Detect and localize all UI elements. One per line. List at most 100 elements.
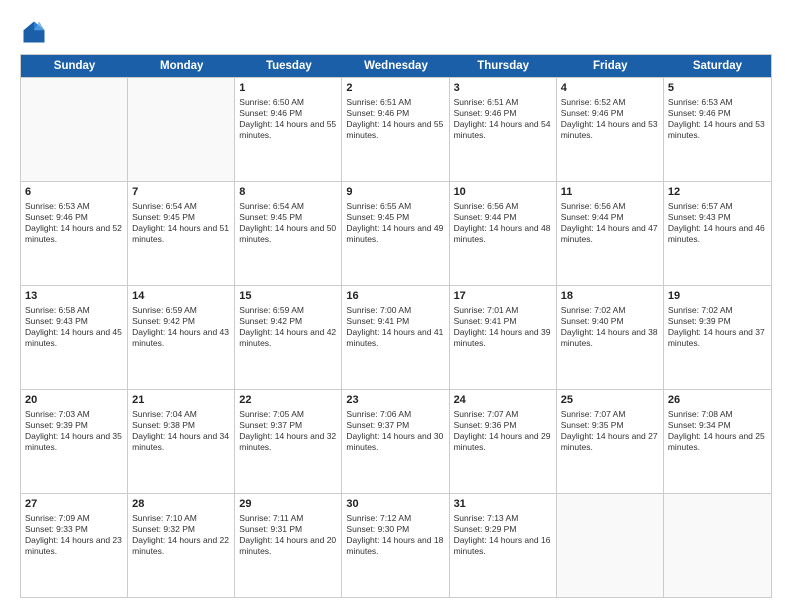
day-number: 22 xyxy=(239,393,337,408)
cell-info: Sunrise: 6:56 AM Sunset: 9:44 PM Dayligh… xyxy=(454,201,552,245)
calendar-cell: 30Sunrise: 7:12 AM Sunset: 9:30 PM Dayli… xyxy=(342,494,449,597)
day-number: 15 xyxy=(239,289,337,304)
cell-info: Sunrise: 6:53 AM Sunset: 9:46 PM Dayligh… xyxy=(668,97,767,141)
cell-info: Sunrise: 7:13 AM Sunset: 9:29 PM Dayligh… xyxy=(454,513,552,557)
day-number: 30 xyxy=(346,497,444,512)
cell-info: Sunrise: 6:56 AM Sunset: 9:44 PM Dayligh… xyxy=(561,201,659,245)
cell-info: Sunrise: 7:10 AM Sunset: 9:32 PM Dayligh… xyxy=(132,513,230,557)
cell-info: Sunrise: 7:04 AM Sunset: 9:38 PM Dayligh… xyxy=(132,409,230,453)
cell-info: Sunrise: 7:05 AM Sunset: 9:37 PM Dayligh… xyxy=(239,409,337,453)
day-number: 31 xyxy=(454,497,552,512)
cell-info: Sunrise: 7:09 AM Sunset: 9:33 PM Dayligh… xyxy=(25,513,123,557)
cell-info: Sunrise: 6:54 AM Sunset: 9:45 PM Dayligh… xyxy=(239,201,337,245)
day-number: 10 xyxy=(454,185,552,200)
page: SundayMondayTuesdayWednesdayThursdayFrid… xyxy=(0,0,792,612)
header-day-sunday: Sunday xyxy=(21,55,128,77)
cell-info: Sunrise: 6:50 AM Sunset: 9:46 PM Dayligh… xyxy=(239,97,337,141)
calendar-cell: 4Sunrise: 6:52 AM Sunset: 9:46 PM Daylig… xyxy=(557,78,664,181)
calendar-cell: 12Sunrise: 6:57 AM Sunset: 9:43 PM Dayli… xyxy=(664,182,771,285)
day-number: 11 xyxy=(561,185,659,200)
day-number: 12 xyxy=(668,185,767,200)
calendar-header: SundayMondayTuesdayWednesdayThursdayFrid… xyxy=(21,55,771,77)
day-number: 21 xyxy=(132,393,230,408)
day-number: 9 xyxy=(346,185,444,200)
day-number: 1 xyxy=(239,81,337,96)
calendar-cell: 24Sunrise: 7:07 AM Sunset: 9:36 PM Dayli… xyxy=(450,390,557,493)
day-number: 4 xyxy=(561,81,659,96)
day-number: 5 xyxy=(668,81,767,96)
calendar-cell: 2Sunrise: 6:51 AM Sunset: 9:46 PM Daylig… xyxy=(342,78,449,181)
calendar-row-4: 27Sunrise: 7:09 AM Sunset: 9:33 PM Dayli… xyxy=(21,493,771,597)
day-number: 2 xyxy=(346,81,444,96)
calendar-cell: 27Sunrise: 7:09 AM Sunset: 9:33 PM Dayli… xyxy=(21,494,128,597)
cell-info: Sunrise: 7:01 AM Sunset: 9:41 PM Dayligh… xyxy=(454,305,552,349)
calendar-row-1: 6Sunrise: 6:53 AM Sunset: 9:46 PM Daylig… xyxy=(21,181,771,285)
calendar-cell: 1Sunrise: 6:50 AM Sunset: 9:46 PM Daylig… xyxy=(235,78,342,181)
calendar-cell: 26Sunrise: 7:08 AM Sunset: 9:34 PM Dayli… xyxy=(664,390,771,493)
header-day-monday: Monday xyxy=(128,55,235,77)
header-day-tuesday: Tuesday xyxy=(235,55,342,77)
cell-info: Sunrise: 6:51 AM Sunset: 9:46 PM Dayligh… xyxy=(454,97,552,141)
cell-info: Sunrise: 6:51 AM Sunset: 9:46 PM Dayligh… xyxy=(346,97,444,141)
calendar-cell: 31Sunrise: 7:13 AM Sunset: 9:29 PM Dayli… xyxy=(450,494,557,597)
cell-info: Sunrise: 6:59 AM Sunset: 9:42 PM Dayligh… xyxy=(239,305,337,349)
cell-info: Sunrise: 6:53 AM Sunset: 9:46 PM Dayligh… xyxy=(25,201,123,245)
calendar-cell: 29Sunrise: 7:11 AM Sunset: 9:31 PM Dayli… xyxy=(235,494,342,597)
cell-info: Sunrise: 6:54 AM Sunset: 9:45 PM Dayligh… xyxy=(132,201,230,245)
day-number: 28 xyxy=(132,497,230,512)
cell-info: Sunrise: 7:08 AM Sunset: 9:34 PM Dayligh… xyxy=(668,409,767,453)
cell-info: Sunrise: 7:12 AM Sunset: 9:30 PM Dayligh… xyxy=(346,513,444,557)
header-day-thursday: Thursday xyxy=(450,55,557,77)
cell-info: Sunrise: 6:59 AM Sunset: 9:42 PM Dayligh… xyxy=(132,305,230,349)
calendar-cell: 19Sunrise: 7:02 AM Sunset: 9:39 PM Dayli… xyxy=(664,286,771,389)
cell-info: Sunrise: 7:00 AM Sunset: 9:41 PM Dayligh… xyxy=(346,305,444,349)
calendar-cell: 28Sunrise: 7:10 AM Sunset: 9:32 PM Dayli… xyxy=(128,494,235,597)
cell-info: Sunrise: 6:55 AM Sunset: 9:45 PM Dayligh… xyxy=(346,201,444,245)
calendar-cell: 7Sunrise: 6:54 AM Sunset: 9:45 PM Daylig… xyxy=(128,182,235,285)
cell-info: Sunrise: 6:58 AM Sunset: 9:43 PM Dayligh… xyxy=(25,305,123,349)
header-day-friday: Friday xyxy=(557,55,664,77)
calendar-cell: 10Sunrise: 6:56 AM Sunset: 9:44 PM Dayli… xyxy=(450,182,557,285)
day-number: 14 xyxy=(132,289,230,304)
calendar-cell: 23Sunrise: 7:06 AM Sunset: 9:37 PM Dayli… xyxy=(342,390,449,493)
cell-info: Sunrise: 7:03 AM Sunset: 9:39 PM Dayligh… xyxy=(25,409,123,453)
day-number: 20 xyxy=(25,393,123,408)
day-number: 19 xyxy=(668,289,767,304)
calendar-cell: 25Sunrise: 7:07 AM Sunset: 9:35 PM Dayli… xyxy=(557,390,664,493)
calendar-cell: 3Sunrise: 6:51 AM Sunset: 9:46 PM Daylig… xyxy=(450,78,557,181)
calendar-cell: 16Sunrise: 7:00 AM Sunset: 9:41 PM Dayli… xyxy=(342,286,449,389)
cell-info: Sunrise: 7:07 AM Sunset: 9:35 PM Dayligh… xyxy=(561,409,659,453)
logo xyxy=(20,18,52,46)
calendar-cell: 17Sunrise: 7:01 AM Sunset: 9:41 PM Dayli… xyxy=(450,286,557,389)
cell-info: Sunrise: 7:02 AM Sunset: 9:39 PM Dayligh… xyxy=(668,305,767,349)
calendar-cell: 13Sunrise: 6:58 AM Sunset: 9:43 PM Dayli… xyxy=(21,286,128,389)
calendar-cell xyxy=(557,494,664,597)
calendar-cell: 6Sunrise: 6:53 AM Sunset: 9:46 PM Daylig… xyxy=(21,182,128,285)
day-number: 29 xyxy=(239,497,337,512)
day-number: 26 xyxy=(668,393,767,408)
calendar-cell: 15Sunrise: 6:59 AM Sunset: 9:42 PM Dayli… xyxy=(235,286,342,389)
calendar-cell: 5Sunrise: 6:53 AM Sunset: 9:46 PM Daylig… xyxy=(664,78,771,181)
calendar-cell: 22Sunrise: 7:05 AM Sunset: 9:37 PM Dayli… xyxy=(235,390,342,493)
day-number: 18 xyxy=(561,289,659,304)
calendar-cell: 9Sunrise: 6:55 AM Sunset: 9:45 PM Daylig… xyxy=(342,182,449,285)
header-day-saturday: Saturday xyxy=(664,55,771,77)
day-number: 8 xyxy=(239,185,337,200)
day-number: 25 xyxy=(561,393,659,408)
calendar-cell: 8Sunrise: 6:54 AM Sunset: 9:45 PM Daylig… xyxy=(235,182,342,285)
day-number: 17 xyxy=(454,289,552,304)
cell-info: Sunrise: 7:06 AM Sunset: 9:37 PM Dayligh… xyxy=(346,409,444,453)
day-number: 16 xyxy=(346,289,444,304)
logo-icon xyxy=(20,18,48,46)
calendar-row-3: 20Sunrise: 7:03 AM Sunset: 9:39 PM Dayli… xyxy=(21,389,771,493)
calendar-row-0: 1Sunrise: 6:50 AM Sunset: 9:46 PM Daylig… xyxy=(21,77,771,181)
day-number: 27 xyxy=(25,497,123,512)
calendar: SundayMondayTuesdayWednesdayThursdayFrid… xyxy=(20,54,772,598)
calendar-cell xyxy=(21,78,128,181)
day-number: 24 xyxy=(454,393,552,408)
day-number: 6 xyxy=(25,185,123,200)
day-number: 23 xyxy=(346,393,444,408)
cell-info: Sunrise: 7:07 AM Sunset: 9:36 PM Dayligh… xyxy=(454,409,552,453)
cell-info: Sunrise: 6:52 AM Sunset: 9:46 PM Dayligh… xyxy=(561,97,659,141)
calendar-cell: 18Sunrise: 7:02 AM Sunset: 9:40 PM Dayli… xyxy=(557,286,664,389)
